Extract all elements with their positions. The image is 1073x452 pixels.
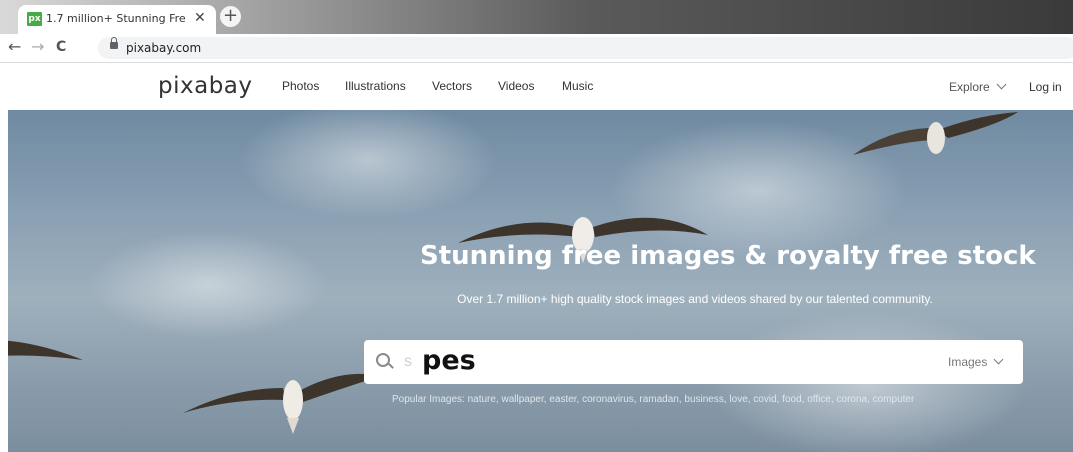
cloud-decoration [238, 110, 498, 220]
chevron-down-icon [993, 354, 1004, 365]
nav-link-music[interactable]: Music [562, 79, 593, 93]
new-tab-button[interactable]: + [220, 6, 241, 27]
forward-arrow-icon[interactable]: → [31, 37, 44, 57]
explore-label: Explore [949, 80, 990, 94]
tab-close-icon[interactable]: ✕ [194, 10, 206, 26]
hero-headline: Stunning free images & royalty free stoc… [420, 241, 1036, 271]
pixabay-favicon-icon: px [27, 12, 42, 26]
lock-icon [110, 37, 118, 49]
explore-menu[interactable]: Explore [949, 79, 1007, 94]
search-type-label: Images [948, 355, 988, 369]
pixabay-logo[interactable]: pixabay [158, 73, 253, 99]
search-icon[interactable] [376, 353, 390, 367]
hero-banner: Stunning free images & royalty free stoc… [8, 110, 1073, 452]
site-header: pixabay Photos Illustrations Vectors Vid… [0, 63, 1073, 110]
cloud-decoration [88, 230, 328, 340]
address-bar[interactable]: pixabay.com [98, 37, 1073, 59]
search-type-dropdown[interactable]: Images [948, 354, 1004, 369]
seagull-image [183, 373, 381, 434]
nav-link-vectors[interactable]: Vectors [432, 79, 472, 93]
search-placeholder: S [404, 355, 413, 369]
popular-searches[interactable]: Popular Images: nature, wallpaper, easte… [392, 394, 914, 405]
login-link[interactable]: Log in [1029, 80, 1062, 94]
browser-toolbar: ← → C pixabay.com [0, 34, 1073, 63]
nav-link-videos[interactable]: Videos [498, 79, 534, 93]
tab-title: 1.7 million+ Stunning Free Image [46, 12, 186, 25]
hero-subtitle: Over 1.7 million+ high quality stock ima… [457, 292, 933, 306]
search-input[interactable]: pes [422, 345, 476, 376]
back-arrow-icon[interactable]: ← [8, 37, 21, 57]
reload-icon[interactable]: C [56, 37, 66, 57]
seagull-image [8, 340, 83, 360]
seagull-image [853, 112, 1018, 155]
nav-link-illustrations[interactable]: Illustrations [345, 79, 406, 93]
address-bar-url: pixabay.com [126, 41, 202, 55]
search-bar[interactable]: S pes Images [364, 340, 1023, 384]
browser-tab[interactable]: px 1.7 million+ Stunning Free Image ✕ [18, 5, 216, 34]
nav-link-photos[interactable]: Photos [282, 79, 319, 93]
chevron-down-icon [996, 79, 1007, 90]
browser-tab-strip: px 1.7 million+ Stunning Free Image ✕ + [0, 0, 1073, 34]
